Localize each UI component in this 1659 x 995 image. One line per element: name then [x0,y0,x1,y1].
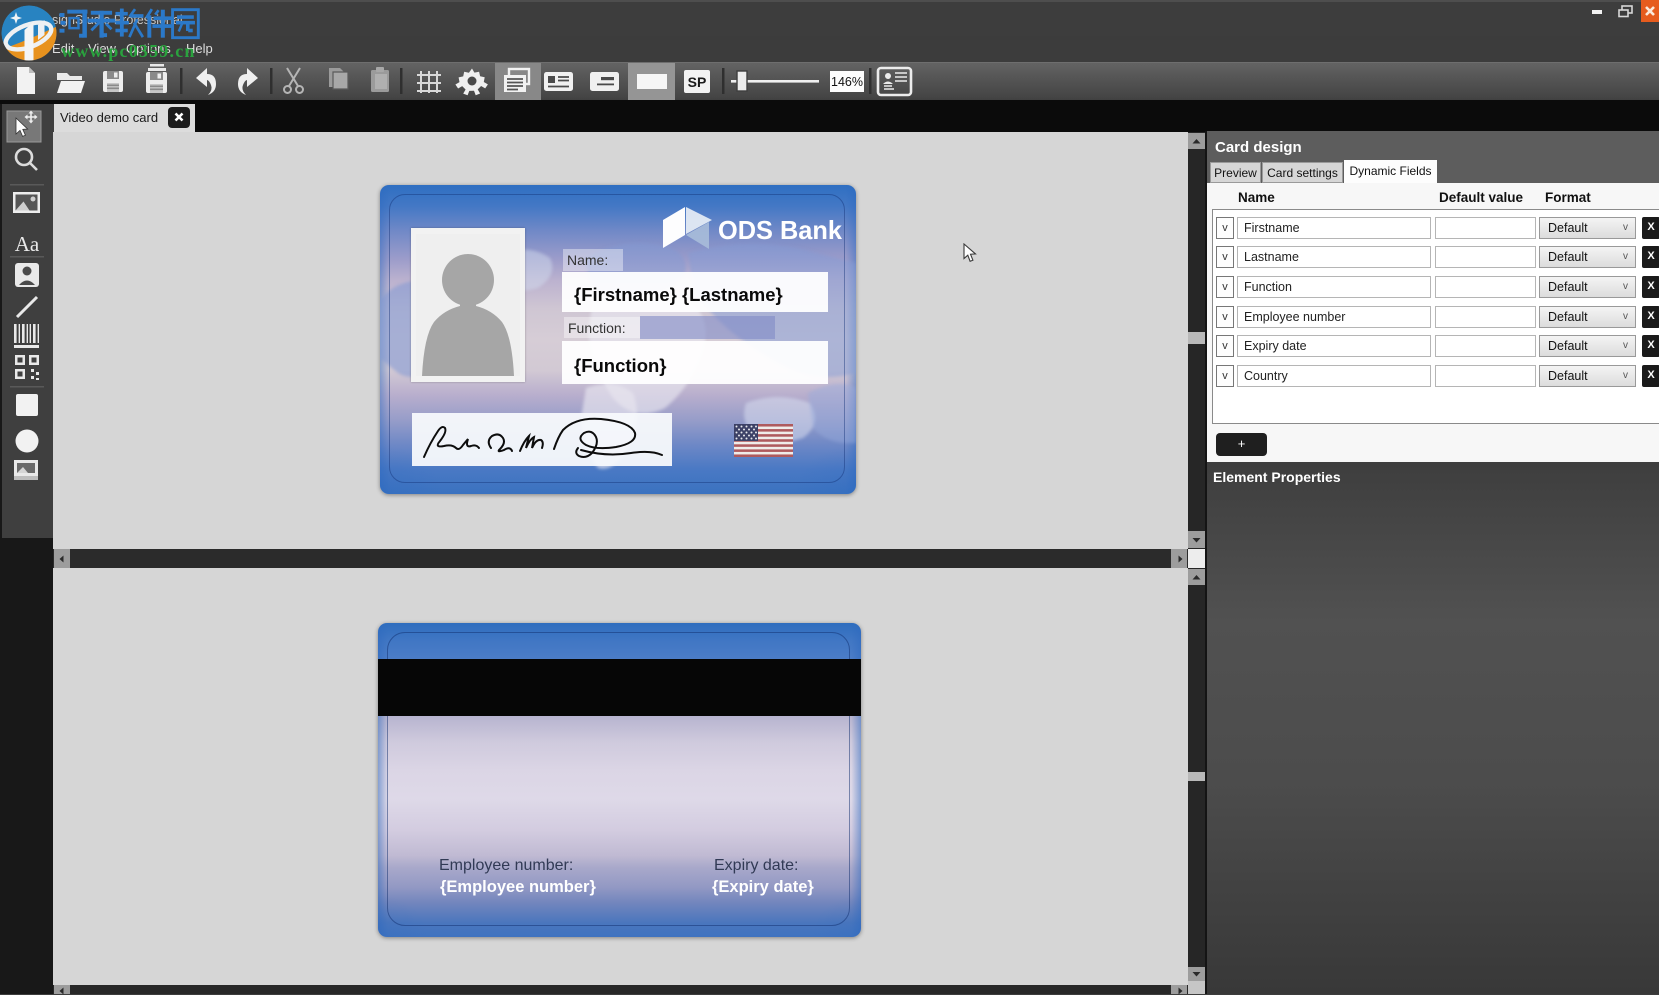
svg-text:ODS Bank: ODS Bank [718,215,843,245]
svg-text:SP: SP [688,74,707,90]
svg-text:www.pc0359.cn: www.pc0359.cn [61,41,196,61]
svg-text:146%: 146% [831,75,863,89]
svg-text:Aa: Aa [15,232,40,256]
